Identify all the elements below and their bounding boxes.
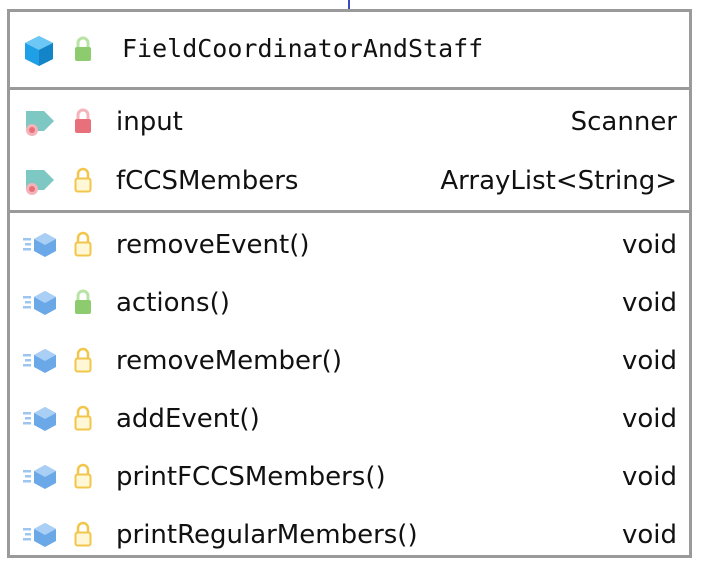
method-name: actions() xyxy=(116,288,230,318)
field-icon xyxy=(26,170,54,195)
field-row[interactable]: fCCSMembers ArrayList<String> xyxy=(10,152,689,210)
method-icon xyxy=(23,407,56,431)
method-return-type: void xyxy=(621,288,677,318)
header-divider xyxy=(10,87,689,90)
class-icon xyxy=(25,36,53,66)
method-icon xyxy=(23,349,56,373)
lock-red-icon xyxy=(75,108,91,133)
field-name: input xyxy=(116,107,183,137)
field-row[interactable]: input Scanner xyxy=(10,93,689,151)
method-name: addEvent() xyxy=(116,404,260,434)
method-row[interactable]: removeEvent() void xyxy=(10,216,689,274)
fields-divider xyxy=(10,210,689,213)
lock-yellow-icon xyxy=(74,463,92,489)
lock-green-icon xyxy=(75,36,91,61)
lock-yellow-icon xyxy=(74,521,92,547)
lock-yellow-icon xyxy=(74,231,92,257)
class-header[interactable]: FieldCoordinatorAndStaff xyxy=(10,12,689,87)
lock-green-icon xyxy=(75,289,91,314)
method-row[interactable]: removeMember() void xyxy=(10,332,689,390)
method-row[interactable]: actions() void xyxy=(10,274,689,332)
method-name: printFCCSMembers() xyxy=(116,462,386,492)
method-icon xyxy=(23,523,56,547)
field-name: fCCSMembers xyxy=(116,166,299,196)
lock-yellow-icon xyxy=(74,405,92,431)
method-row[interactable]: printFCCSMembers() void xyxy=(10,448,689,506)
lock-yellow-icon xyxy=(74,347,92,373)
field-type: Scanner xyxy=(570,107,677,137)
method-icon xyxy=(23,291,56,315)
method-return-type: void xyxy=(621,520,677,550)
method-row[interactable]: addEvent() void xyxy=(10,390,689,448)
field-type: ArrayList<String> xyxy=(440,166,677,196)
method-name: removeEvent() xyxy=(116,230,310,260)
method-return-type: void xyxy=(621,230,677,260)
method-icon xyxy=(23,233,56,257)
method-return-type: void xyxy=(621,462,677,492)
uml-class-box[interactable]: FieldCoordinatorAndStaff input Scanner f… xyxy=(7,9,692,558)
method-return-type: void xyxy=(621,404,677,434)
class-name: FieldCoordinatorAndStaff xyxy=(122,34,484,63)
method-name: printRegularMembers() xyxy=(116,520,418,550)
method-icon xyxy=(23,465,56,489)
method-return-type: void xyxy=(621,346,677,376)
lock-yellow-icon xyxy=(74,167,92,193)
method-row[interactable]: printRegularMembers() void xyxy=(10,506,689,564)
method-name: removeMember() xyxy=(116,346,342,376)
field-icon xyxy=(26,111,54,136)
